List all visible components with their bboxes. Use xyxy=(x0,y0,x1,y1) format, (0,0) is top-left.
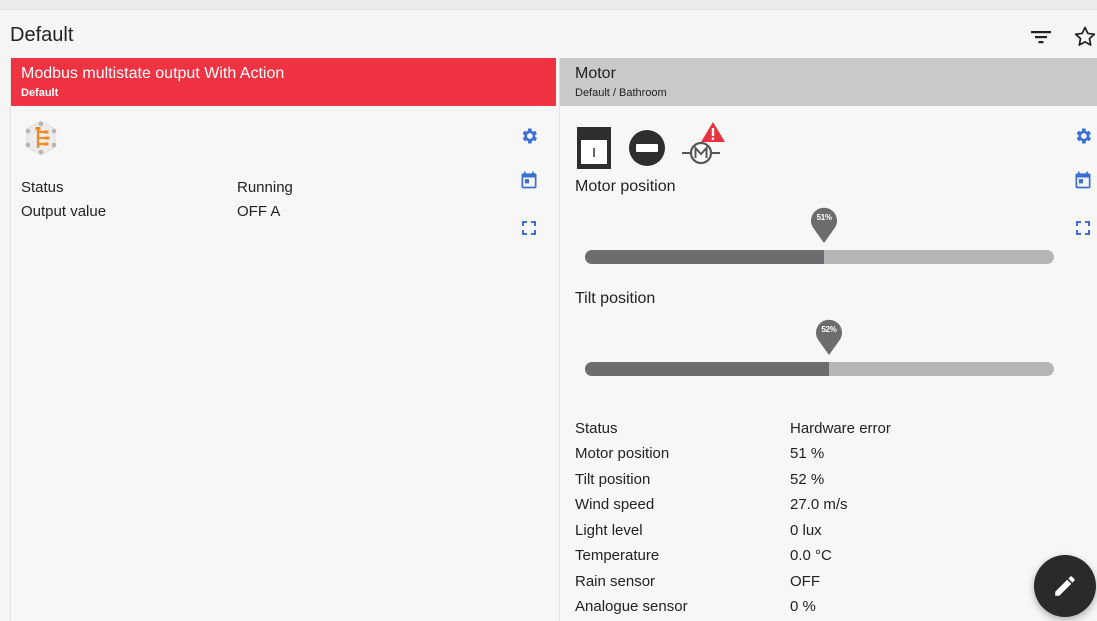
property-label: Rain sensor xyxy=(575,573,656,590)
property-row: Analogue sensor 0 % xyxy=(575,598,975,618)
property-value: Running xyxy=(237,179,293,196)
property-row: Status Hardware error xyxy=(575,420,975,440)
card-title: Modbus multistate output With Action xyxy=(21,65,285,82)
edit-fab-button[interactable] xyxy=(1034,555,1096,617)
property-label: Light level xyxy=(575,522,643,539)
settings-gear-icon[interactable] xyxy=(519,126,539,146)
page-title: Default xyxy=(10,24,74,46)
property-value: OFF A xyxy=(237,203,281,220)
card-header: Modbus multistate output With Action Def… xyxy=(11,58,556,106)
card-subtitle: Default / Bathroom xyxy=(575,87,667,99)
property-label: Tilt position xyxy=(575,471,651,488)
property-label: Output value xyxy=(21,203,107,220)
property-row: Status Running xyxy=(21,179,421,199)
slider-value-label: 51% xyxy=(816,213,832,222)
property-value: 51 % xyxy=(790,445,825,462)
property-row: Tilt position 52 % xyxy=(575,471,975,491)
device-card-motor[interactable]: Motor Default / Bathroom Motor position … xyxy=(559,58,1097,621)
device-card-modbus[interactable]: Modbus multistate output With Action Def… xyxy=(10,58,556,621)
filter-icon[interactable] xyxy=(1030,28,1052,46)
property-label: Motor position xyxy=(575,445,670,462)
calendar-icon[interactable] xyxy=(519,170,539,190)
property-value: 52 % xyxy=(790,471,825,488)
calendar-icon[interactable] xyxy=(1073,170,1093,190)
property-row: Motor position 51 % xyxy=(575,445,975,465)
settings-gear-icon[interactable] xyxy=(1073,126,1093,146)
motor-position-label: Motor position xyxy=(575,178,676,195)
property-value: 0 lux xyxy=(790,522,822,539)
fullscreen-icon[interactable] xyxy=(1075,220,1091,236)
property-value: 0 % xyxy=(790,598,816,615)
property-value: Hardware error xyxy=(790,420,891,437)
property-row: Wind speed 27.0 m/s xyxy=(575,496,975,516)
card-title: Motor xyxy=(575,65,616,82)
card-subtitle: Default xyxy=(21,87,59,99)
property-row: Temperature 0.0 °C xyxy=(575,547,975,567)
edit-pencil-icon xyxy=(1055,576,1075,596)
slider-thumb[interactable]: 52% xyxy=(814,316,844,356)
property-label: Status xyxy=(21,179,64,196)
blind-down-icon xyxy=(577,127,611,169)
card-header: Motor Default / Bathroom xyxy=(560,58,1097,106)
property-label: Temperature xyxy=(575,547,660,564)
property-row: Light level 0 lux xyxy=(575,522,975,542)
star-outline-icon[interactable] xyxy=(1072,24,1097,50)
fullscreen-icon[interactable] xyxy=(521,220,537,236)
property-label: Wind speed xyxy=(575,496,655,513)
slider-fill xyxy=(585,250,825,264)
slider-thumb[interactable]: 51% xyxy=(809,204,839,244)
slider-value-label: 52% xyxy=(821,325,837,334)
stop-icon xyxy=(629,130,665,166)
property-row: Rain sensor OFF xyxy=(575,573,975,593)
top-bar xyxy=(0,0,1097,10)
property-value: 0.0 °C xyxy=(790,547,832,564)
motor-position-slider[interactable]: 51% xyxy=(585,207,1054,264)
property-value: OFF xyxy=(790,573,820,590)
property-label: Status xyxy=(575,420,618,437)
tilt-position-label: Tilt position xyxy=(575,290,656,307)
property-row: Output value OFF A xyxy=(21,203,421,223)
property-value: 27.0 m/s xyxy=(790,496,848,513)
modbus-network-icon xyxy=(25,120,57,156)
tilt-position-slider[interactable]: 52% xyxy=(585,319,1054,376)
motor-error-icon xyxy=(682,122,725,165)
property-label: Analogue sensor xyxy=(575,598,688,615)
slider-fill xyxy=(585,362,829,376)
